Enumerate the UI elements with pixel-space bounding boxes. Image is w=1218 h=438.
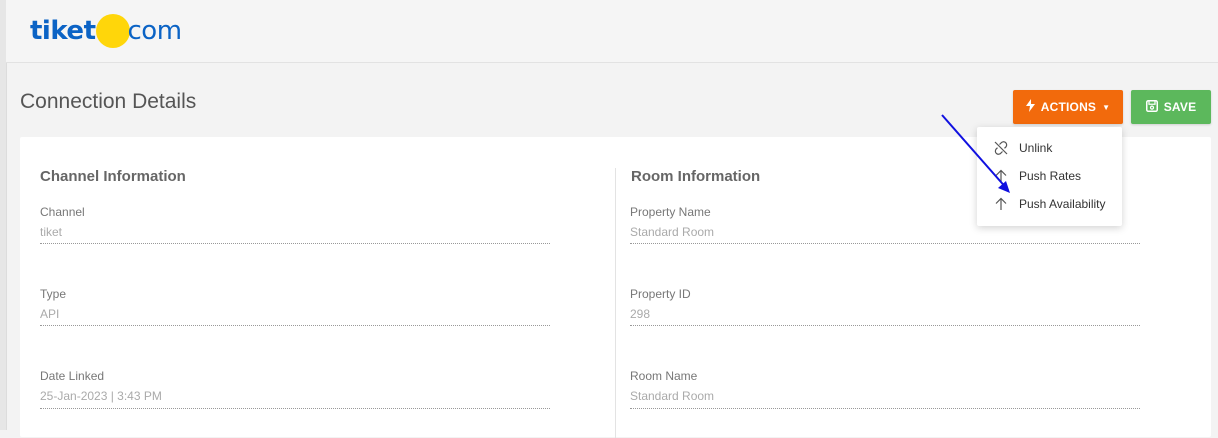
field-label-type: Type [40, 287, 67, 301]
logo-text-right: com [127, 16, 183, 46]
save-button[interactable]: SAVE [1131, 90, 1211, 124]
field-underline [630, 408, 1140, 409]
logo-text-left: tiket [30, 16, 96, 46]
field-underline [630, 243, 1140, 244]
field-value-date-linked: 25-Jan-2023 | 3:43 PM [40, 389, 162, 403]
left-sidebar-strip [0, 0, 7, 430]
page-title: Connection Details [20, 90, 197, 113]
save-icon [1145, 99, 1158, 115]
caret-down-icon: ▼ [1102, 102, 1111, 112]
field-value-channel: tiket [40, 225, 63, 239]
brand-logo[interactable]: tiket com [30, 14, 182, 48]
channel-info-title: Channel Information [40, 168, 186, 185]
field-label-date-linked: Date Linked [40, 369, 105, 383]
menu-item-label: Push Availability [1019, 197, 1106, 211]
field-value-room-name: Standard Room [630, 389, 715, 403]
actions-label: ACTIONS [1040, 100, 1097, 114]
field-underline [40, 243, 550, 244]
menu-item-push-rates[interactable]: Push Rates [977, 164, 1122, 188]
field-value-type: API [40, 307, 60, 321]
field-label-channel: Channel [40, 205, 85, 219]
field-underline [40, 408, 550, 409]
menu-item-label: Unlink [1019, 141, 1053, 155]
arrow-up-icon [993, 196, 1009, 212]
room-info-title: Room Information [631, 168, 761, 185]
save-label: SAVE [1163, 100, 1197, 114]
menu-item-push-availability[interactable]: Push Availability [977, 192, 1122, 216]
field-label-property-id: Property ID [630, 287, 691, 301]
arrow-up-icon [993, 168, 1009, 184]
field-value-property-id: 298 [630, 307, 651, 321]
menu-item-unlink[interactable]: Unlink [977, 136, 1122, 160]
top-bar: tiket com [6, 0, 1218, 63]
field-underline [630, 325, 1140, 326]
field-label-property-name: Property Name [630, 205, 711, 219]
field-label-room-name: Room Name [630, 369, 698, 383]
field-value-property-name: Standard Room [630, 225, 715, 239]
field-underline [40, 325, 550, 326]
actions-dropdown-menu: Unlink Push Rates Push Availability [977, 127, 1122, 226]
column-divider [615, 168, 616, 438]
unlink-icon [993, 140, 1009, 156]
menu-item-label: Push Rates [1019, 169, 1082, 183]
logo-dot-icon [95, 14, 130, 48]
actions-button[interactable]: ACTIONS ▼ [1013, 90, 1123, 124]
bolt-icon [1025, 99, 1035, 115]
